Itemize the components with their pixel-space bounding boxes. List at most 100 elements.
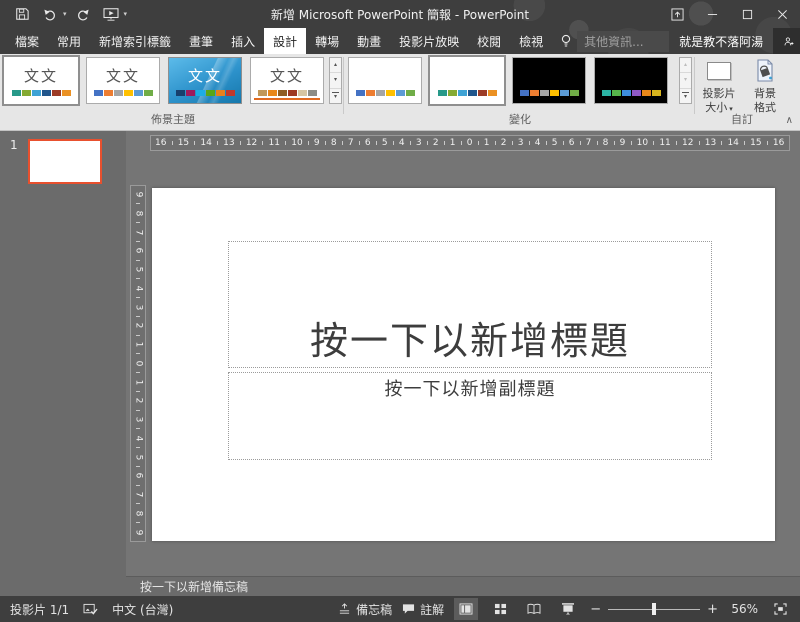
- save-button[interactable]: [10, 3, 34, 25]
- close-button[interactable]: [765, 0, 800, 28]
- tab-常用[interactable]: 常用: [48, 28, 90, 54]
- theme-thumbnail-1[interactable]: 文文: [4, 57, 78, 104]
- ruler-tick: [240, 141, 241, 145]
- slide-size-label-line1: 投影片: [703, 87, 736, 101]
- ribbon-display-options-button[interactable]: [660, 0, 695, 28]
- subtitle-placeholder[interactable]: 按一下以新增副標題: [228, 372, 712, 460]
- horizontal-ruler[interactable]: 1615141312111098765432101234567891011121…: [150, 135, 790, 151]
- undo-dropdown-caret[interactable]: ▾: [63, 10, 67, 18]
- themes-group-label: 佈景主題: [4, 111, 342, 127]
- start-slideshow-button[interactable]: [99, 3, 123, 25]
- theme-thumbnail-2[interactable]: 文文: [86, 57, 160, 104]
- tell-me[interactable]: 其他資訊...: [560, 28, 669, 54]
- window-controls: [660, 0, 800, 28]
- ruler-tick: [136, 203, 140, 204]
- ruler-number: 12: [682, 139, 693, 148]
- tab-新增索引標籤[interactable]: 新增索引標籤: [90, 28, 180, 54]
- slideshow-view-icon: [561, 603, 575, 615]
- variants-more-button[interactable]: ▾: [680, 89, 691, 103]
- redo-button[interactable]: [71, 3, 95, 25]
- themes-more-button[interactable]: ▾: [330, 89, 341, 103]
- zoom-in-button[interactable]: +: [707, 602, 718, 617]
- account-name[interactable]: 就是教不落阿湯: [669, 28, 773, 54]
- status-right: 備忘稿 註解 − + 56%: [338, 598, 800, 620]
- fit-slide-to-window-button[interactable]: [768, 598, 792, 620]
- variant-thumbnail-1[interactable]: [348, 57, 422, 104]
- ruler-number: 6: [569, 139, 575, 148]
- notes-toggle-button[interactable]: 備忘稿: [338, 601, 392, 618]
- tab-檔案[interactable]: 檔案: [6, 28, 48, 54]
- theme-color-strip: [602, 90, 661, 96]
- group-customize: 投影片 大小▾ 背景 格式 自訂: [698, 57, 786, 130]
- ruler-tick: [721, 141, 722, 145]
- spellcheck-button[interactable]: [83, 603, 98, 616]
- variant-thumbnail-4[interactable]: [594, 57, 668, 104]
- variant-thumbnail-2[interactable]: [430, 57, 504, 104]
- slideshow-view-button[interactable]: [556, 598, 580, 620]
- share-button[interactable]: 共用: [773, 28, 800, 54]
- tab-轉場[interactable]: 轉場: [306, 28, 348, 54]
- tab-插入[interactable]: 插入: [222, 28, 264, 54]
- collapse-ribbon-button[interactable]: ∧: [786, 115, 793, 126]
- ruler-number: 0: [133, 360, 142, 366]
- themes-scroll-up-button[interactable]: ▴: [330, 58, 341, 73]
- ruler-tick: [136, 447, 140, 448]
- zoom-control: − +: [590, 602, 718, 617]
- format-background-button[interactable]: 背景 格式: [745, 57, 785, 116]
- maximize-button[interactable]: [730, 0, 765, 28]
- theme-thumbnail-3[interactable]: 文文: [168, 57, 242, 104]
- themes-gallery-scrollbar: ▴ ▾ ▾: [329, 57, 342, 104]
- title-placeholder[interactable]: 按一下以新增標題: [228, 241, 712, 368]
- ruler-number: 6: [133, 473, 142, 479]
- ruler-tick: [262, 141, 263, 145]
- tab-檢視[interactable]: 檢視: [510, 28, 552, 54]
- variants-scroll-down-button[interactable]: ▾: [680, 73, 691, 88]
- ruler-tick: [546, 141, 547, 145]
- zoom-slider-thumb[interactable]: [652, 603, 656, 615]
- slide-sorter-view-button[interactable]: [488, 598, 512, 620]
- ruler-tick: [136, 278, 140, 279]
- slide-thumbnail[interactable]: [28, 139, 102, 184]
- slide-size-button[interactable]: 投影片 大小▾: [699, 57, 739, 116]
- ruler-number: 7: [586, 139, 592, 148]
- tab-校閱[interactable]: 校閱: [468, 28, 510, 54]
- tab-畫筆[interactable]: 畫筆: [180, 28, 222, 54]
- tell-me-input[interactable]: 其他資訊...: [577, 31, 669, 52]
- ruler-number: 5: [133, 267, 142, 273]
- ruler-tick: [376, 141, 377, 145]
- ruler-tick: [631, 141, 632, 145]
- ruler-number: 8: [603, 139, 609, 148]
- tab-設計[interactable]: 設計: [264, 28, 306, 54]
- variants-scroll-up-button[interactable]: ▴: [680, 58, 691, 73]
- window-chrome: ▾ ▾ 新增 Microsoft PowerPoint 簡報 - PowerPo…: [0, 0, 800, 54]
- language-indicator[interactable]: 中文 (台灣): [112, 601, 173, 618]
- status-bar: 投影片 1/1 中文 (台灣) 備忘稿 註解 −: [0, 596, 800, 622]
- ruler-number: 10: [291, 139, 302, 148]
- vertical-ruler[interactable]: 9876543210123456789: [130, 185, 146, 542]
- slide-counter: 投影片 1/1: [10, 601, 69, 618]
- reading-view-button[interactable]: [522, 598, 546, 620]
- comments-toggle-button[interactable]: 註解: [402, 601, 444, 618]
- customize-qat-caret[interactable]: ▾: [124, 10, 128, 18]
- notes-placeholder-text: 按一下以新增備忘稿: [140, 578, 248, 595]
- ruler-number: 8: [133, 510, 142, 516]
- zoom-percentage[interactable]: 56%: [728, 602, 758, 616]
- notes-pane[interactable]: 按一下以新增備忘稿: [126, 576, 800, 596]
- ruler-number: 3: [416, 139, 422, 148]
- tab-投影片放映[interactable]: 投影片放映: [390, 28, 468, 54]
- theme-thumbnail-4[interactable]: 文文: [250, 57, 324, 104]
- themes-scroll-down-button[interactable]: ▾: [330, 73, 341, 88]
- comments-icon: [402, 603, 415, 615]
- tab-動畫[interactable]: 動畫: [348, 28, 390, 54]
- minimize-button[interactable]: [695, 0, 730, 28]
- ruler-number: 5: [133, 454, 142, 460]
- slide-canvas[interactable]: 按一下以新增標題 按一下以新增副標題: [152, 188, 775, 541]
- ruler-tick: [136, 503, 140, 504]
- undo-button[interactable]: [38, 3, 62, 25]
- normal-view-button[interactable]: [454, 598, 478, 620]
- variant-thumbnail-3[interactable]: [512, 57, 586, 104]
- ruler-tick: [512, 141, 513, 145]
- ruler-number: 13: [223, 139, 234, 148]
- zoom-out-button[interactable]: −: [590, 602, 601, 617]
- zoom-slider[interactable]: [608, 603, 700, 615]
